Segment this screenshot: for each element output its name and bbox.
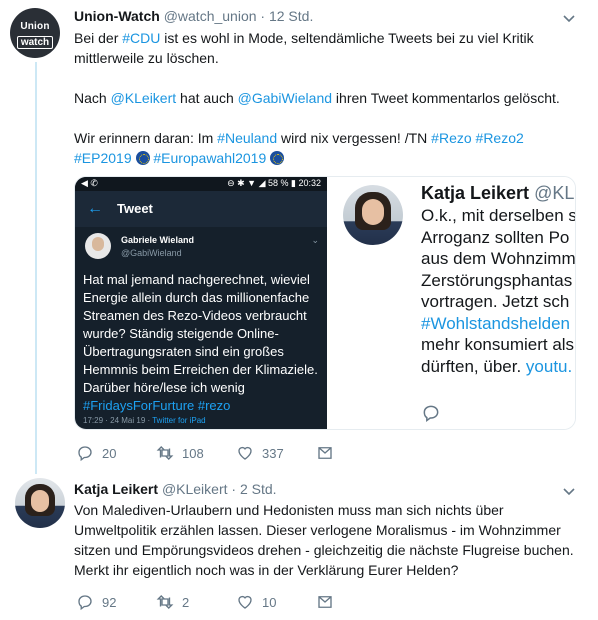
inner-author-name: Gabriele Wieland [121,235,194,245]
tweet-actions: 20 108 337 [76,444,346,464]
thread-line [35,62,37,474]
like-icon [238,595,252,609]
share-icon [318,447,332,459]
quoted-tweet-image[interactable]: Katja Leikert @KLeik O.k., mit derselben… [327,177,576,430]
reply-count: 92 [102,594,117,610]
eu-flag-emoji [270,151,285,165]
chevron-down-icon: ⌄ [311,235,319,245]
hashtag-link[interactable]: #Rezo [431,130,471,146]
eu-flag-emoji [135,151,150,165]
nav-title: Tweet [117,201,153,216]
inner-tweet-footer: 17:29 · 24 Mai 19 · Twitter for iPad [83,416,206,425]
avatar-union-watch[interactable]: Union watch [10,8,60,58]
reply-button[interactable]: 20 [76,444,116,462]
caret-down-icon[interactable] [561,483,577,499]
tweet-media[interactable]: ◀ ✆ ⊖ ✱ ▼ ◢ 58 % ▮ 20:32 ← Tweet Gabriel… [74,176,576,430]
author-name[interactable]: Katja Leikert [74,481,158,497]
like-icon [238,446,252,460]
mention-link[interactable]: @GabiWieland [238,90,332,106]
back-arrow-icon: ← [87,200,103,217]
reply-icon [78,446,92,462]
hashtag-link[interactable]: #EP2019 [74,150,132,166]
phone-nav-bar: ← Tweet [75,191,327,227]
mention-link[interactable]: @KLeikert [111,90,177,106]
share-button[interactable] [316,593,342,611]
quoted-text: O.k., mit derselben s Arroganz sollten P… [421,206,576,376]
avatar-text-boxed: watch [16,36,54,49]
share-icon [318,596,332,608]
caret-down-icon[interactable] [561,10,577,26]
reply-icon [423,405,439,422]
quoted-actions [421,403,575,430]
screenshot-image[interactable]: ◀ ✆ ⊖ ✱ ▼ ◢ 58 % ▮ 20:32 ← Tweet Gabriel… [75,177,327,429]
phone-status-bar: ◀ ✆ ⊖ ✱ ▼ ◢ 58 % ▮ 20:32 [75,177,327,191]
avatar-katja-leikert[interactable] [15,478,65,528]
tweet-body: Von Malediven-Urlaubern und Hedonisten m… [74,502,574,578]
retweet-icon [421,428,441,430]
author-handle[interactable]: @watch_union [164,8,257,24]
like-count: 10 [262,594,277,610]
hashtag-link[interactable]: #Europawahl2019 [153,150,266,166]
retweet-button[interactable]: 108 [156,444,204,462]
inner-tweet-text: Hat mal jemand nachgerechnet, wieviel En… [83,272,318,413]
author-name[interactable]: Union-Watch [74,8,160,24]
share-button[interactable] [316,444,342,462]
retweet-count: 108 [182,445,204,461]
retweet-button[interactable]: 2 [156,593,189,611]
inner-author-handle: @GabiWieland [121,248,182,258]
reply-count: 20 [102,445,117,461]
like-button[interactable]: 337 [236,444,284,462]
tweet-header: Katja Leikert @KLeikert · 2 Std. [74,481,277,497]
hashtag-link[interactable]: #Neuland [217,130,277,146]
hashtag-link[interactable]: #Rezo2 [476,130,524,146]
tweet-body: Bei der #CDU ist es wohl in Mode, selten… [74,30,560,166]
tweet-header: Union-Watch @watch_union · 12 Std. [74,8,313,24]
retweet-icon [156,595,174,609]
retweet-count: 2 [182,594,190,610]
hashtag-link[interactable]: #CDU [122,30,160,46]
reply-button[interactable]: 92 [76,593,116,611]
avatar-gabriele-wieland [85,233,111,259]
retweet-icon [156,446,174,460]
like-count: 337 [262,445,284,461]
timestamp[interactable]: · 2 Std. [231,481,276,497]
timestamp[interactable]: · 12 Std. [260,8,313,24]
quoted-author: Katja Leikert @KLeik [421,183,575,203]
tweet-actions: 92 2 10 [76,593,346,613]
like-button[interactable]: 10 [236,593,276,611]
reply-icon [78,595,92,611]
avatar-katja-leikert-large [343,185,403,245]
author-handle[interactable]: @KLeikert [162,481,228,497]
avatar-text: Union [20,21,50,32]
